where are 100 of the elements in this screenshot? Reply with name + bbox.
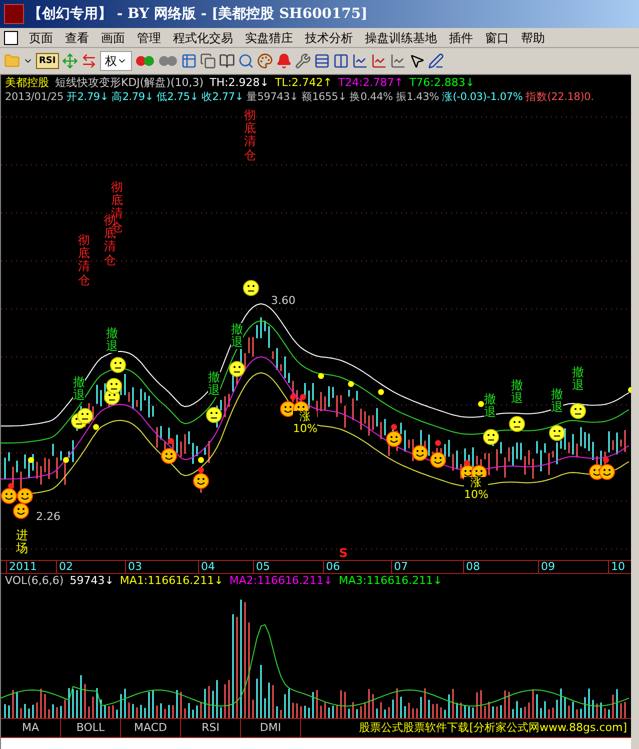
smiley-icon: [161, 448, 177, 464]
indicator-value: T24:2.787↑: [338, 75, 404, 90]
smiley-icon: [412, 445, 428, 461]
rsi-button[interactable]: RSI: [36, 53, 59, 69]
formula-name: 短线快攻变形KDJ(解盘)(10,3): [55, 75, 204, 90]
axis-label: 08: [463, 561, 480, 573]
entry-label: 进场: [16, 529, 28, 556]
gain-label: 涨10%: [464, 477, 488, 501]
bell-icon[interactable]: [276, 53, 292, 69]
app-icon: [4, 4, 24, 24]
indicator-value: TL:2.742↑: [275, 75, 332, 90]
neutral-face-icon: [570, 403, 586, 419]
volume-value: 59743↓: [70, 574, 114, 588]
quote-value: 收2.77↓: [201, 90, 244, 105]
clear-position-label: 彻底清仓: [78, 234, 90, 287]
smiley-icon: [193, 473, 209, 489]
stock-name: 美都控股: [5, 75, 49, 90]
quote-value: 振1.43%: [396, 90, 439, 105]
rows-icon[interactable]: [314, 53, 330, 69]
book-icon[interactable]: [218, 53, 235, 69]
quote-value: 指数(22.18)0.: [526, 90, 594, 105]
indicator-value: TH:2.928↓: [210, 75, 269, 90]
window-title: 【创幻专用】 - BY 网络版 - [美都控股 SH600175]: [28, 4, 368, 24]
retreat-label: 撤退: [208, 371, 220, 398]
rights-dropdown[interactable]: 权: [100, 51, 132, 71]
price-label: 2.26: [36, 511, 60, 522]
menu-item[interactable]: 技术分析: [300, 28, 358, 46]
retreat-label: 撤退: [572, 366, 584, 392]
menu-item[interactable]: 查看: [60, 28, 94, 46]
chart-window-icon[interactable]: [370, 53, 387, 69]
quote-value: 2013/01/25: [5, 90, 64, 105]
smiley-icon: [13, 503, 29, 519]
quote-value: 换0.44%: [350, 90, 393, 105]
quote-value: 开2.79↓: [66, 90, 109, 105]
quote-value: 量59743↓: [246, 90, 298, 105]
volume-label: VOL(6,6,6): [5, 574, 64, 588]
axis-label: 09: [538, 561, 555, 573]
quote-value: 涨(-0.03)-1.07%: [442, 90, 523, 105]
retreat-label: 撤退: [106, 327, 118, 354]
search-icon[interactable]: [238, 53, 254, 69]
smiley-icon: [430, 452, 446, 468]
neutral-face-icon: [106, 378, 122, 394]
glasses-icon[interactable]: [158, 55, 178, 67]
clear-position-label: 彻底清仓: [244, 109, 256, 162]
neutral-face-icon: [77, 408, 93, 424]
pointer-icon[interactable]: [408, 53, 425, 69]
chart-window-icon[interactable]: [390, 53, 406, 69]
axis-label: 02: [56, 561, 73, 573]
retreat-label: 撤退: [231, 323, 243, 350]
indicator-tab[interactable]: DMI: [241, 719, 301, 737]
neutral-face-icon: [229, 361, 245, 377]
volume-value: MA2:116616.211↓: [229, 574, 333, 588]
volume-value: MA1:116616.211↓: [120, 574, 224, 588]
indicator-value: T76:2.883↓: [409, 75, 475, 90]
menu-item[interactable]: 窗口: [480, 28, 514, 46]
price-label: 3.60: [271, 295, 296, 306]
smiley-icon: [599, 464, 615, 480]
retreat-label: 撤退: [73, 376, 85, 402]
quote-value: 额1655↓: [301, 90, 347, 105]
indicator-tab[interactable]: RSI: [181, 719, 241, 737]
palette-icon[interactable]: [256, 53, 273, 69]
move-icon[interactable]: [62, 53, 78, 69]
indicator-tab[interactable]: BOLL: [61, 719, 121, 737]
menu-item[interactable]: 页面: [24, 28, 58, 46]
menu-item[interactable]: 帮助: [516, 28, 550, 46]
table-icon[interactable]: [180, 53, 197, 69]
columns-icon[interactable]: [332, 53, 349, 69]
retreat-label: 撤退: [551, 388, 563, 414]
pen-line-icon[interactable]: [428, 53, 444, 69]
indicator-tab[interactable]: MACD: [121, 719, 181, 737]
neutral-face-icon: [243, 280, 259, 296]
status-text: 股票公式股票软件下载[分析家公式网www.88gs.com]: [359, 720, 628, 736]
quote-value: 低2.75↓: [156, 90, 198, 105]
smiley-icon: [17, 488, 33, 504]
axis-label: 06: [323, 561, 340, 573]
gain-label: 涨10%: [293, 411, 317, 435]
axis-label: 04: [198, 561, 215, 573]
retreat-label: 撤退: [484, 393, 496, 420]
indicator-tab[interactable]: MA: [1, 719, 61, 737]
axis-label: 03: [125, 561, 142, 573]
menu-item[interactable]: 插件: [444, 28, 478, 46]
axis-label: 05: [253, 561, 270, 573]
left-right-arrow-icon[interactable]: [80, 53, 97, 69]
chart-window-icon[interactable]: [352, 53, 368, 69]
menu-item[interactable]: 实盘猎庄: [240, 28, 298, 46]
retreat-label: 撤退: [511, 379, 523, 406]
wrench-icon[interactable]: [294, 53, 311, 69]
menu-item[interactable]: 程式化交易: [168, 28, 238, 46]
neutral-face-icon: [110, 357, 126, 373]
neutral-face-icon: [549, 425, 565, 441]
neutral-face-icon: [483, 429, 499, 445]
menu-item[interactable]: 管理: [132, 28, 166, 46]
sell-signal-label: S: [339, 547, 348, 559]
copy-icon[interactable]: [200, 53, 216, 69]
quote-value: 高2.79↓: [112, 90, 154, 105]
neutral-face-icon: [206, 407, 222, 423]
axis-label: 2011: [6, 561, 37, 573]
menu-item[interactable]: 操盘训练基地: [360, 28, 442, 46]
smiley-icon: [386, 431, 402, 447]
menu-item[interactable]: 画面: [96, 28, 130, 46]
